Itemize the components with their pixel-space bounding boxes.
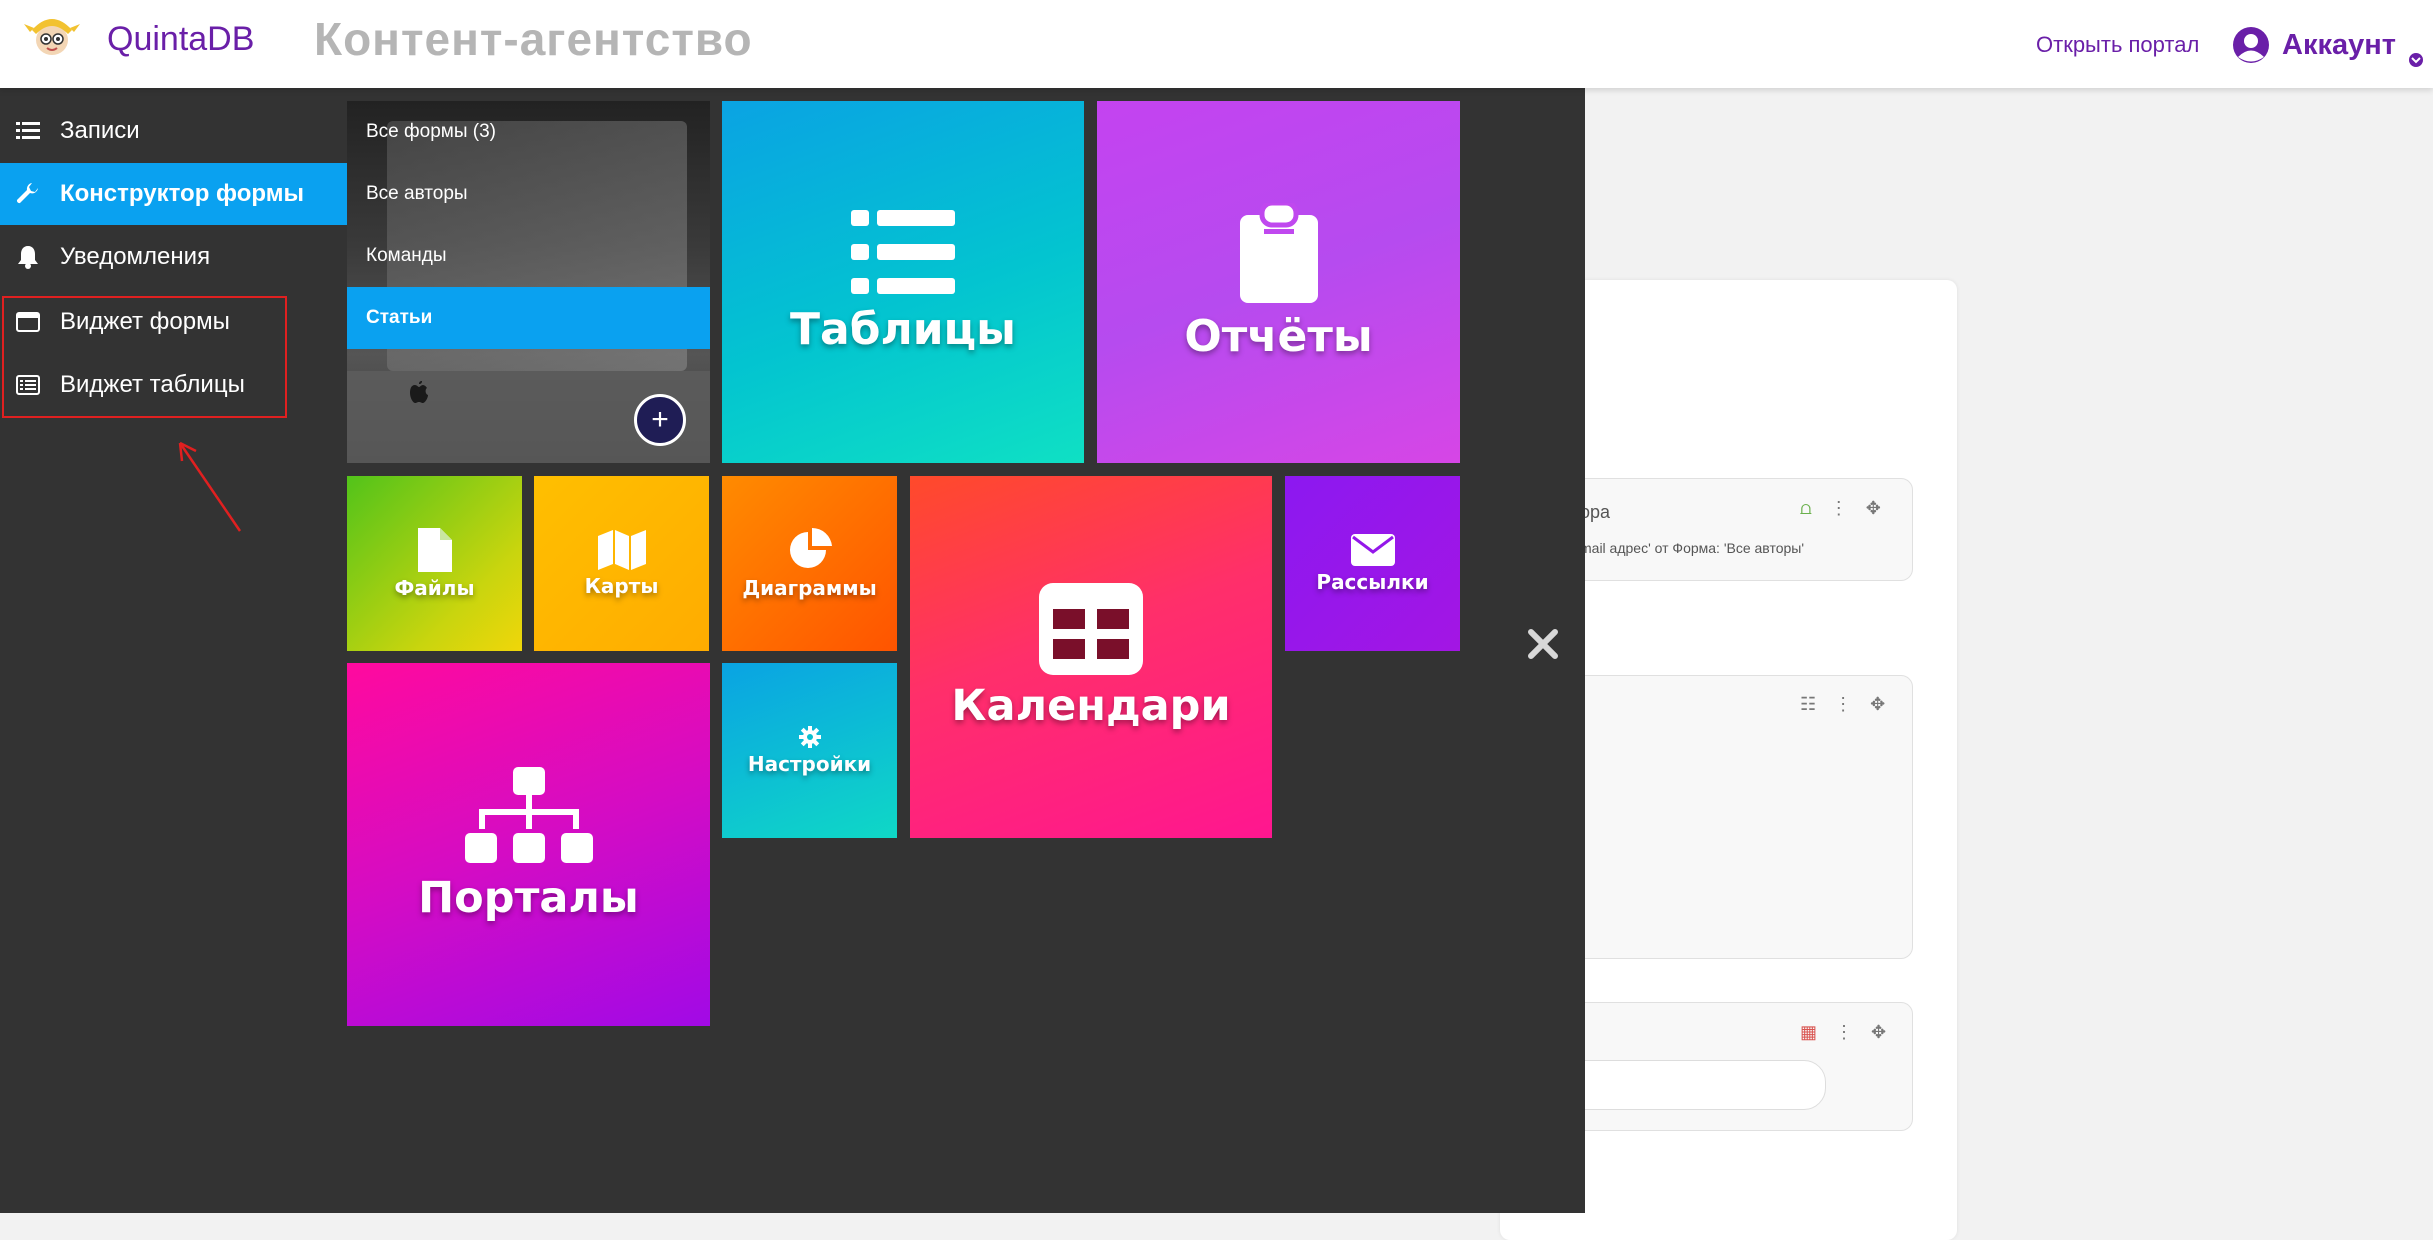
database-title: Контент-агентство xyxy=(314,13,753,65)
add-form-button[interactable]: + xyxy=(634,394,686,446)
move-handle-icon[interactable]: ✥ xyxy=(1871,1022,1886,1043)
tile-tables[interactable]: Таблицы xyxy=(722,101,1084,463)
tile-label: Файлы xyxy=(394,575,475,600)
bell-icon xyxy=(14,243,42,271)
pie-chart-icon xyxy=(789,527,832,568)
tile-charts[interactable]: Диаграммы xyxy=(722,476,897,651)
tile-label: Календари xyxy=(951,681,1231,731)
move-handle-icon[interactable]: ✥ xyxy=(1866,498,1881,519)
more-options-icon[interactable]: ⋮ xyxy=(1835,1022,1853,1043)
top-header: QuintaDB Контент-агентство Открыть порта… xyxy=(0,0,2433,88)
list-icon xyxy=(14,117,42,145)
more-options-icon[interactable]: ⋮ xyxy=(1834,694,1852,715)
account-menu[interactable]: Аккаунт xyxy=(2232,22,2396,68)
sidebar: Записи Конструктор формы Уведомления Вид… xyxy=(0,88,347,1213)
tile-label: Рассылки xyxy=(1316,569,1429,594)
field-tools: ⩍ ⋮ ✥ xyxy=(1800,498,1881,519)
tile-label: Настройки xyxy=(747,751,872,776)
tile-label: Диаграммы xyxy=(742,575,877,600)
tile-label: Отчёты xyxy=(1184,310,1373,362)
logo-icon xyxy=(24,19,80,55)
highlight-annotation-box xyxy=(2,296,287,418)
clipboard-icon xyxy=(1239,202,1318,303)
logo-text[interactable]: QuintaDB xyxy=(107,20,254,59)
sidebar-item-notifications[interactable]: Уведомления xyxy=(0,226,347,288)
tile-files[interactable]: Файлы xyxy=(347,476,522,651)
wrench-icon xyxy=(14,180,42,208)
tile-reports[interactable]: Отчёты xyxy=(1097,101,1460,463)
tile-label: Порталы xyxy=(418,872,639,923)
close-icon[interactable] xyxy=(1523,624,1563,664)
tile-label: Карты xyxy=(584,573,659,598)
gear-icon xyxy=(798,725,821,748)
field-tools: ☷ ⋮ ✥ xyxy=(1800,694,1885,715)
annotation-arrow-icon xyxy=(178,441,242,532)
file-icon xyxy=(417,527,452,572)
form-item-authors[interactable]: Все авторы xyxy=(347,163,710,225)
form-item-all[interactable]: Все формы (3) xyxy=(347,101,710,163)
form-item-teams[interactable]: Команды xyxy=(347,225,710,287)
move-handle-icon[interactable]: ✥ xyxy=(1870,694,1885,715)
tile-maps[interactable]: Карты xyxy=(534,476,709,651)
tile-calendars[interactable]: Календари xyxy=(910,476,1272,838)
field-tools: ▦ ⋮ ✥ xyxy=(1800,1022,1886,1043)
calendar-icon xyxy=(1039,583,1143,675)
field-hint: mail адрес' от Форма: 'Все авторы' xyxy=(1580,540,1804,556)
apple-logo-icon xyxy=(410,381,428,403)
sitemap-icon xyxy=(464,766,593,863)
sidebar-item-label: Записи xyxy=(60,117,140,144)
form-item-articles[interactable]: Статьи xyxy=(347,287,710,349)
sidebar-item-records[interactable]: Записи xyxy=(0,100,347,162)
list-icon xyxy=(851,209,955,294)
tile-mailings[interactable]: Рассылки xyxy=(1285,476,1460,651)
checklist-icon: ☷ xyxy=(1800,694,1817,714)
field-type-icon: ⩍ xyxy=(1800,498,1812,518)
sidebar-item-label: Конструктор формы xyxy=(60,180,304,207)
more-options-icon[interactable]: ⋮ xyxy=(1830,498,1848,519)
tile-settings[interactable]: Настройки xyxy=(722,663,897,838)
chevron-down-icon[interactable] xyxy=(2408,52,2424,68)
calendar-icon: ▦ xyxy=(1800,1022,1818,1042)
account-label: Аккаунт xyxy=(2282,28,2396,61)
tile-portals[interactable]: Порталы xyxy=(347,663,710,1026)
user-avatar-icon xyxy=(2233,27,2269,63)
tile-label: Таблицы xyxy=(790,303,1016,355)
map-icon xyxy=(597,529,646,570)
open-portal-link[interactable]: Открыть портал xyxy=(2036,32,2199,58)
sidebar-item-label: Уведомления xyxy=(60,243,211,270)
sidebar-item-form-builder[interactable]: Конструктор формы xyxy=(0,163,347,225)
envelope-icon xyxy=(1350,533,1395,566)
